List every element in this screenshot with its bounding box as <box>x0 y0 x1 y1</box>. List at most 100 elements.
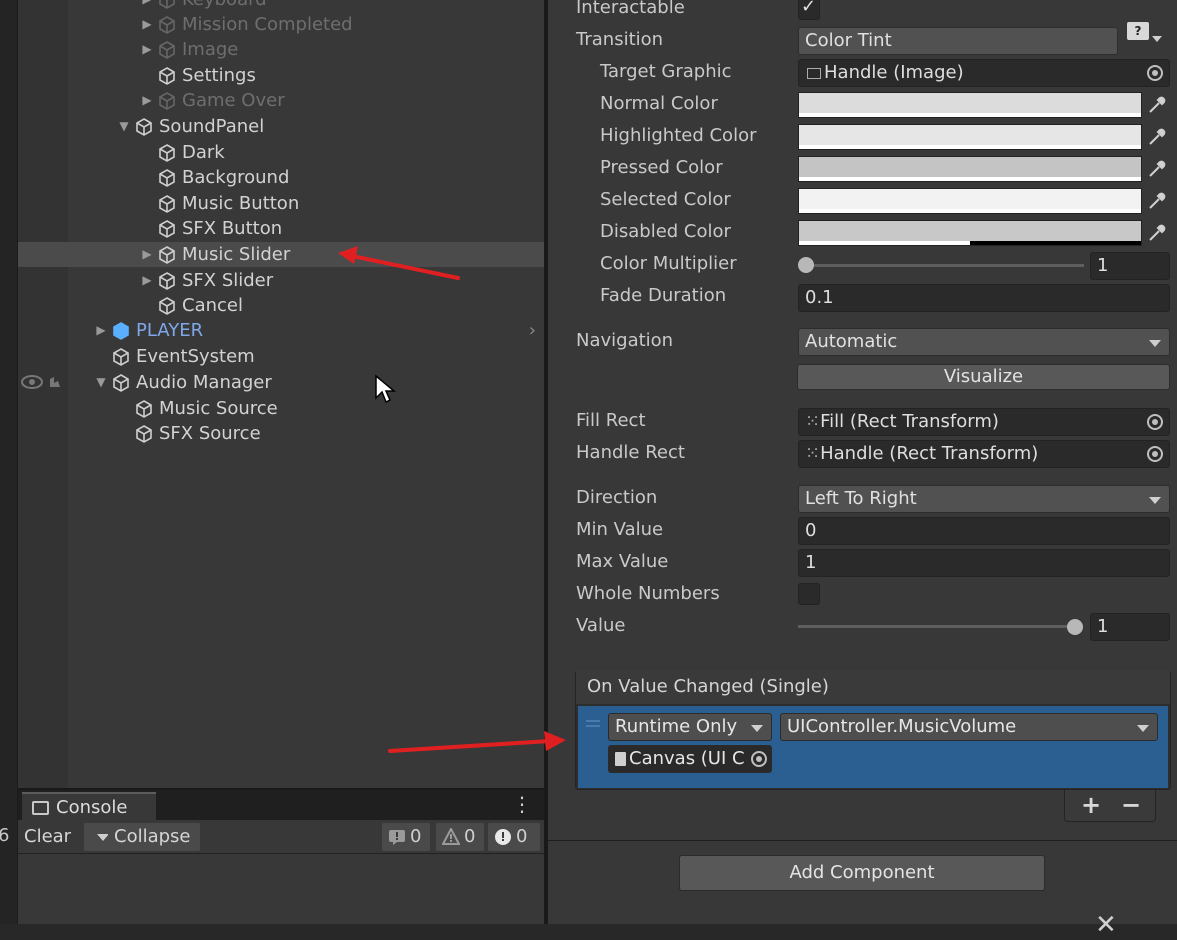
pressed-color-swatch[interactable] <box>798 156 1142 182</box>
collapse-arrow-icon[interactable]: ▶ <box>140 268 154 293</box>
object-picker-icon[interactable] <box>1147 446 1163 462</box>
tab-console[interactable]: Console <box>22 792 156 822</box>
kebab-menu-icon[interactable]: ⋮ <box>512 792 532 816</box>
hierarchy-item[interactable]: ▶ Keyboard <box>18 0 544 12</box>
fade-duration-field[interactable]: 0.1 <box>798 284 1170 312</box>
whole-numbers-checkbox[interactable] <box>798 583 820 605</box>
help-icon[interactable]: ? <box>1127 22 1149 40</box>
eye-icon[interactable] <box>20 373 64 391</box>
object-picker-icon[interactable] <box>751 751 767 767</box>
transition-label: Transition <box>576 29 664 50</box>
navigation-dropdown[interactable]: Automatic <box>798 328 1170 356</box>
hierarchy-item[interactable]: ▼ Audio Manager <box>18 370 544 395</box>
chevron-right-icon[interactable]: › <box>529 318 536 343</box>
transition-value: Color Tint <box>805 30 892 51</box>
eyedropper-icon[interactable] <box>1146 126 1168 148</box>
chevron-down-icon <box>1137 725 1149 732</box>
log-count-toggle[interactable]: 0 <box>382 823 430 851</box>
max-value-label: Max Value <box>576 551 669 572</box>
drag-handle-icon[interactable] <box>586 718 600 732</box>
error-icon <box>495 829 511 845</box>
normal-color-swatch[interactable] <box>798 92 1142 118</box>
console-log-area[interactable] <box>18 854 544 924</box>
cube-icon <box>158 41 176 59</box>
hierarchy-item[interactable]: ▶ Game Over <box>18 88 544 113</box>
target-graphic-value: Handle (Image) <box>824 62 964 83</box>
hierarchy-item-label: PLAYER <box>136 320 204 341</box>
hierarchy-item[interactable]: Dark <box>18 140 544 165</box>
target-graphic-field[interactable]: Handle (Image) <box>798 59 1170 87</box>
warning-count-toggle[interactable]: 0 <box>436 823 484 851</box>
color-multiplier-field[interactable]: 1 <box>1090 252 1170 280</box>
event-title: On Value Changed (Single) <box>576 670 1170 704</box>
add-listener-button[interactable]: + <box>1081 790 1101 820</box>
collapse-arrow-icon[interactable]: ▶ <box>140 0 154 12</box>
min-value-field[interactable]: 0 <box>798 517 1170 545</box>
hierarchy-item[interactable]: Background <box>18 165 544 190</box>
hierarchy-item[interactable]: SFX Button <box>18 216 544 241</box>
hierarchy-item[interactable]: ▶ Music Slider <box>18 242 544 267</box>
value-slider-track[interactable] <box>798 625 1076 628</box>
hierarchy-item[interactable]: ▶ Mission Completed <box>18 12 544 37</box>
add-component-button[interactable]: Add Component <box>679 855 1045 891</box>
hierarchy-item[interactable]: SFX Source <box>18 421 544 446</box>
direction-dropdown[interactable]: Left To Right <box>798 485 1170 513</box>
runtime-mode-dropdown[interactable]: Runtime Only <box>608 713 772 741</box>
value-slider-handle[interactable] <box>1067 619 1083 635</box>
eyedropper-icon[interactable] <box>1146 158 1168 180</box>
fade-duration-label: Fade Duration <box>600 285 727 306</box>
selected-color-swatch[interactable] <box>798 188 1142 214</box>
selected-color-label: Selected Color <box>600 189 731 210</box>
console-toolbar: Clear Collapse 0 0 0 <box>18 820 544 854</box>
visualize-button[interactable]: Visualize <box>797 364 1170 390</box>
collapse-arrow-icon[interactable]: ▶ <box>140 88 154 113</box>
collapse-arrow-icon[interactable]: ▶ <box>140 37 154 62</box>
hierarchy-item-label: Dark <box>182 142 225 163</box>
object-picker-icon[interactable] <box>1147 65 1163 81</box>
warning-icon <box>442 828 460 845</box>
clear-button[interactable]: Clear <box>24 823 71 851</box>
expand-arrow-icon[interactable]: ▼ <box>94 370 108 395</box>
hierarchy-item[interactable]: ▶ PLAYER › <box>18 318 544 343</box>
color-multiplier-handle[interactable] <box>798 257 814 273</box>
eyedropper-icon[interactable] <box>1146 190 1168 212</box>
remove-listener-button[interactable]: − <box>1121 790 1141 820</box>
color-multiplier-track[interactable] <box>806 264 1084 267</box>
target-object-field[interactable]: Canvas (UI C <box>608 745 772 773</box>
hierarchy-item[interactable]: Settings <box>18 63 544 88</box>
max-value-field[interactable]: 1 <box>798 549 1170 577</box>
transition-dropdown[interactable]: Color Tint <box>798 27 1118 55</box>
hierarchy-item[interactable]: Cancel <box>18 293 544 318</box>
highlighted-color-swatch[interactable] <box>798 124 1142 150</box>
object-picker-icon[interactable] <box>1147 414 1163 430</box>
interactable-checkbox[interactable]: ✓ <box>798 0 820 20</box>
close-icon[interactable]: ✕ <box>1095 910 1117 940</box>
min-value-label: Min Value <box>576 519 664 540</box>
collapse-button[interactable]: Collapse <box>108 823 200 851</box>
eyedropper-icon[interactable] <box>1146 94 1168 116</box>
console-tabbar: Console ⋮ <box>18 788 544 822</box>
collapse-arrow-icon[interactable]: ▶ <box>140 12 154 37</box>
hierarchy-item[interactable]: ▶ Image <box>18 37 544 62</box>
disabled-color-swatch[interactable] <box>798 220 1142 246</box>
hierarchy-item[interactable]: Music Source <box>18 396 544 421</box>
hierarchy-item[interactable]: EventSystem <box>18 344 544 369</box>
collapse-arrow-icon[interactable]: ▶ <box>94 318 108 343</box>
collapse-arrow-icon[interactable]: ▶ <box>140 242 154 267</box>
hierarchy-item-label: Background <box>182 167 290 188</box>
error-count-toggle[interactable]: 0 <box>488 823 540 851</box>
hierarchy-item-label: Cancel <box>182 295 243 316</box>
handle-rect-field[interactable]: ⁙Handle (Rect Transform) <box>798 440 1170 468</box>
chevron-down-icon[interactable] <box>1152 36 1162 42</box>
hierarchy-item[interactable]: ▶ SFX Slider <box>18 268 544 293</box>
expand-arrow-icon[interactable]: ▼ <box>117 114 131 139</box>
hierarchy-item-label: Keyboard <box>182 0 267 12</box>
function-dropdown[interactable]: UIController.MusicVolume <box>780 713 1158 741</box>
hierarchy-item[interactable]: Music Button <box>18 191 544 216</box>
hierarchy-item[interactable]: ▼ SoundPanel <box>18 114 544 139</box>
eyedropper-icon[interactable] <box>1146 222 1168 244</box>
fill-rect-field[interactable]: ⁙Fill (Rect Transform) <box>798 408 1170 436</box>
cube-icon <box>112 374 130 392</box>
normal-color-label: Normal Color <box>600 93 718 114</box>
value-field[interactable]: 1 <box>1090 613 1170 641</box>
